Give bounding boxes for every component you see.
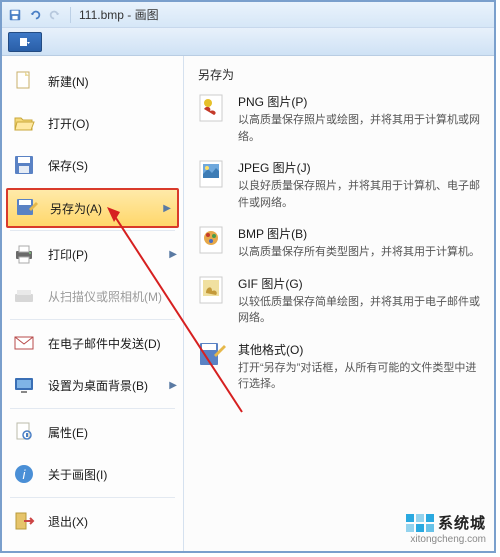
left-menu-panel: 新建(N) 打开(O) 保存(S) 另存为(A) ▶ 打印(P) ▶ (2, 56, 184, 551)
submenu-title: 另存为 (198, 66, 482, 87)
open-icon (12, 111, 36, 135)
menu-about[interactable]: i 关于画图(I) (2, 453, 183, 495)
format-other[interactable]: 其他格式(O) 打开“另存为”对话框，从所有可能的文件类型中进行选择。 (198, 341, 482, 393)
qat-redo-icon[interactable] (48, 8, 62, 22)
menu-label: 关于画图(I) (48, 466, 107, 483)
logo-squares-icon (406, 514, 434, 532)
ribbon-bar (2, 28, 494, 56)
menu-separator (10, 230, 175, 231)
properties-icon (12, 420, 36, 444)
menu-properties[interactable]: 属性(E) (2, 411, 183, 453)
menu-label: 从扫描仪或照相机(M) (48, 288, 162, 305)
save-as-icon (14, 196, 38, 220)
menu-new[interactable]: 新建(N) (2, 60, 183, 102)
jpeg-icon (198, 159, 228, 189)
format-desc: 以较低质量保存简单绘图，并将其用于电子邮件或网络。 (238, 294, 482, 327)
saveas-submenu-panel: 另存为 PNG 图片(P) 以高质量保存照片或绘图，并将其用于计算机或网络。 J… (184, 56, 494, 551)
menu-send-email[interactable]: 在电子邮件中发送(D) (2, 322, 183, 364)
menu-label: 属性(E) (48, 424, 88, 441)
scanner-icon (12, 284, 36, 308)
format-text: PNG 图片(P) 以高质量保存照片或绘图，并将其用于计算机或网络。 (238, 93, 482, 145)
format-label: JPEG 图片(J) (238, 159, 482, 176)
qat-undo-icon[interactable] (28, 8, 42, 22)
format-text: BMP 图片(B) 以高质量保存所有类型图片，并将其用于计算机。 (238, 225, 482, 261)
format-label: 其他格式(O) (238, 341, 482, 358)
format-bmp[interactable]: BMP 图片(B) 以高质量保存所有类型图片，并将其用于计算机。 (198, 225, 482, 261)
format-text: GIF 图片(G) 以较低质量保存简单绘图，并将其用于电子邮件或网络。 (238, 275, 482, 327)
about-icon: i (12, 462, 36, 486)
format-desc: 以高质量保存照片或绘图，并将其用于计算机或网络。 (238, 112, 482, 145)
format-label: PNG 图片(P) (238, 93, 482, 110)
submenu-arrow-icon: ▶ (169, 380, 177, 391)
format-desc: 打开“另存为”对话框，从所有可能的文件类型中进行选择。 (238, 360, 482, 393)
format-png[interactable]: PNG 图片(P) 以高质量保存照片或绘图，并将其用于计算机或网络。 (198, 93, 482, 145)
menu-label: 另存为(A) (50, 200, 102, 217)
menu-separator (10, 497, 175, 498)
separator (70, 7, 71, 23)
menu-label: 设置为桌面背景(B) (48, 377, 148, 394)
menu-exit[interactable]: 退出(X) (2, 500, 183, 542)
format-text: 其他格式(O) 打开“另存为”对话框，从所有可能的文件类型中进行选择。 (238, 341, 482, 393)
titlebar: 111.bmp - 画图 (2, 2, 494, 28)
menu-set-wallpaper[interactable]: 设置为桌面背景(B) ▶ (2, 364, 183, 406)
menu-open[interactable]: 打开(O) (2, 102, 183, 144)
format-label: BMP 图片(B) (238, 225, 482, 242)
bmp-icon (198, 225, 228, 255)
wallpaper-icon (12, 373, 36, 397)
menu-separator (10, 319, 175, 320)
submenu-arrow-icon: ▶ (163, 203, 171, 214)
format-jpeg[interactable]: JPEG 图片(J) 以良好质量保存照片，并将其用于计算机、电子邮件或网络。 (198, 159, 482, 211)
watermark: 系统城 xitongcheng.com (406, 512, 486, 545)
menu-save[interactable]: 保存(S) (2, 144, 183, 186)
menu-dropdown: 新建(N) 打开(O) 保存(S) 另存为(A) ▶ 打印(P) ▶ (2, 56, 494, 551)
new-icon (12, 69, 36, 93)
watermark-logo: 系统城 (406, 512, 486, 533)
format-label: GIF 图片(G) (238, 275, 482, 292)
format-text: JPEG 图片(J) 以良好质量保存照片，并将其用于计算机、电子邮件或网络。 (238, 159, 482, 211)
menu-separator (10, 408, 175, 409)
menu-save-as[interactable]: 另存为(A) ▶ (6, 188, 179, 228)
other-format-icon (198, 341, 228, 371)
format-desc: 以高质量保存所有类型图片，并将其用于计算机。 (238, 244, 482, 261)
print-icon (12, 242, 36, 266)
menu-label: 新建(N) (48, 73, 89, 90)
exit-icon (12, 509, 36, 533)
menu-label: 打开(O) (48, 115, 89, 132)
format-desc: 以良好质量保存照片，并将其用于计算机、电子邮件或网络。 (238, 178, 482, 211)
save-icon (12, 153, 36, 177)
gif-icon (198, 275, 228, 305)
menu-label: 在电子邮件中发送(D) (48, 335, 161, 352)
app-window: 111.bmp - 画图 新建(N) 打开(O) 保存(S) 另存为(A) (0, 0, 496, 553)
menu-from-scanner: 从扫描仪或照相机(M) (2, 275, 183, 317)
submenu-arrow-icon: ▶ (169, 249, 177, 260)
watermark-brand: 系统城 (438, 512, 486, 533)
menu-print[interactable]: 打印(P) ▶ (2, 233, 183, 275)
menu-label: 打印(P) (48, 246, 88, 263)
email-icon (12, 331, 36, 355)
menu-label: 保存(S) (48, 157, 88, 174)
window-title: 111.bmp - 画图 (79, 6, 159, 23)
format-gif[interactable]: GIF 图片(G) 以较低质量保存简单绘图，并将其用于电子邮件或网络。 (198, 275, 482, 327)
watermark-url: xitongcheng.com (406, 534, 486, 545)
app-menu-button[interactable] (8, 32, 42, 52)
qat-save-icon[interactable] (8, 8, 22, 22)
menu-label: 退出(X) (48, 513, 88, 530)
png-icon (198, 93, 228, 123)
